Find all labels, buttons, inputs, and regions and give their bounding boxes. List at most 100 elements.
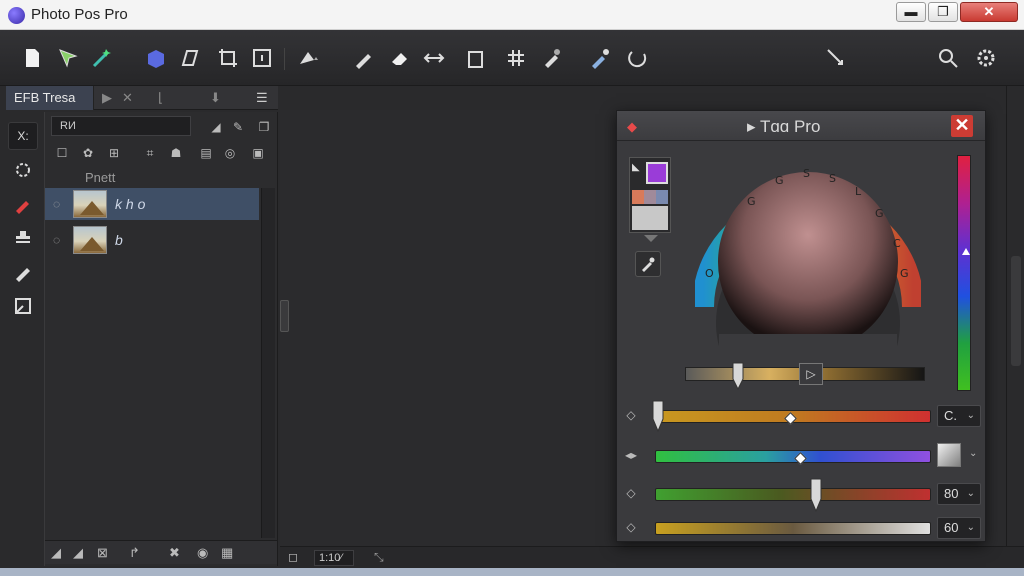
swap-icon[interactable]: ◣ [632, 162, 640, 173]
visibility-icon[interactable]: ◌ [53, 197, 60, 211]
chevron-down-icon[interactable]: ⌄ [967, 484, 975, 504]
eyedropper-button[interactable] [635, 251, 661, 277]
alpha-slider[interactable] [655, 522, 931, 535]
minimize-button[interactable]: ▬ [896, 2, 926, 22]
grid-icon[interactable] [502, 44, 530, 72]
color-wheel[interactable]: G G S S L G C G O [695, 157, 921, 353]
fill-icon[interactable] [294, 44, 322, 72]
select-icon[interactable] [54, 44, 82, 72]
link-icon[interactable]: ⊞ [105, 144, 123, 162]
arrows-icon[interactable] [420, 44, 448, 72]
blue-slider[interactable] [655, 488, 931, 501]
eraser-icon[interactable] [386, 44, 414, 72]
dialog-titlebar[interactable]: ◆ ▸ Tɑɑ Pro ✕ [617, 111, 985, 141]
settings-icon[interactable] [972, 44, 1000, 72]
menu-icon[interactable]: ☰ [256, 90, 268, 106]
layer-row[interactable]: ◌ k h o [45, 188, 259, 220]
canvas-scrollbar[interactable] [1006, 86, 1024, 548]
picker-icon[interactable] [586, 44, 614, 72]
copy-icon[interactable] [462, 44, 490, 72]
stamp-tool-icon[interactable] [8, 224, 38, 252]
arrow-icon[interactable]: ◢ [73, 545, 83, 561]
blue-value-field[interactable]: 80 ⌄ [937, 483, 981, 505]
move-icon[interactable]: ↱ [129, 545, 140, 561]
curve-icon[interactable]: ⌊ [158, 90, 163, 106]
magic-wand-icon[interactable] [88, 44, 116, 72]
search-icon[interactable] [934, 44, 962, 72]
preview-swatch[interactable] [937, 443, 961, 467]
foreground-swatch[interactable] [646, 162, 668, 184]
stamp-icon[interactable]: ⬇ [210, 90, 221, 106]
channel-toggle-icon[interactable]: ◇ [623, 486, 639, 500]
triangle-icon[interactable]: ◢ [51, 545, 61, 561]
layers-icon[interactable]: ❐ [255, 118, 273, 136]
red-slider-thumb[interactable] [647, 399, 669, 433]
group-icon[interactable]: ▤ [197, 144, 215, 162]
slider-knob[interactable] [794, 452, 807, 465]
zoom-field[interactable]: 1:10⁄ [314, 550, 354, 566]
pan-icon[interactable] [822, 44, 850, 72]
channel-toggle-icon[interactable]: ◇ [623, 408, 639, 422]
slider-knob[interactable] [784, 412, 797, 425]
layer-name-field[interactable]: RИ [51, 116, 191, 136]
layer-row[interactable]: ◌ b [45, 224, 259, 256]
panel-icon[interactable]: ▣ [249, 144, 267, 162]
frame-tool-icon[interactable] [8, 292, 38, 320]
window-bottom-edge [0, 568, 1024, 576]
recent-colors-bar[interactable] [632, 190, 668, 204]
merge-icon[interactable]: ☗ [167, 144, 185, 162]
new-layer-icon[interactable]: ⊠ [97, 545, 108, 561]
tab-layers[interactable]: EFB Tresa [6, 86, 94, 110]
adjust-icon[interactable]: ⌗ [141, 144, 159, 162]
mask-icon[interactable]: ✿ [79, 144, 97, 162]
chevron-down-icon[interactable]: ⌄ [969, 448, 977, 459]
blue-slider-thumb[interactable] [805, 477, 827, 513]
dialog-close-button[interactable]: ✕ [951, 115, 973, 137]
fit-icon[interactable]: ⤡ [374, 550, 384, 565]
channel-toggle-icon[interactable]: ◂▸ [623, 448, 639, 462]
brush-icon[interactable] [350, 44, 378, 72]
background-swatch[interactable] [632, 206, 668, 230]
channel-toggle-icon[interactable]: ◇ [623, 520, 639, 534]
close-tab-icon[interactable]: ✕ [122, 90, 133, 106]
tool-x-button[interactable]: X: [8, 122, 38, 150]
red-slider[interactable] [655, 410, 931, 425]
pencil-tool-icon[interactable] [8, 190, 38, 218]
rotate-icon[interactable] [624, 44, 652, 72]
green-slider[interactable] [655, 450, 931, 465]
shape-icon[interactable] [142, 44, 170, 72]
transform-icon[interactable] [176, 44, 204, 72]
pin-icon[interactable]: ◆ [627, 119, 637, 135]
tone-slider-thumb[interactable] [727, 361, 749, 391]
crop-icon[interactable] [214, 44, 242, 72]
effect-icon[interactable]: ◎ [221, 144, 239, 162]
brush-tool-icon[interactable] [8, 258, 38, 286]
wheel-label: G [747, 195, 756, 208]
close-button[interactable]: ✕ [960, 2, 1018, 22]
panel-scrollbar[interactable] [261, 188, 275, 538]
play-icon[interactable]: ▶ [102, 90, 112, 106]
hue-marker[interactable] [962, 248, 970, 255]
tone-play-button[interactable]: ▷ [799, 363, 823, 385]
frame-icon[interactable] [248, 44, 276, 72]
visibility-icon[interactable]: ◌ [53, 233, 60, 247]
delete-icon[interactable]: ✖ [169, 545, 180, 561]
red-value-field[interactable]: C. ⌄ [937, 405, 981, 427]
new-file-icon[interactable] [18, 44, 46, 72]
fx-icon[interactable]: ◉ [197, 545, 208, 561]
chevron-down-icon[interactable]: ⌄ [967, 518, 975, 538]
hue-vertical-slider[interactable] [957, 155, 971, 391]
swatch-dropdown-icon[interactable] [644, 235, 658, 242]
pen-icon[interactable]: ✎ [229, 118, 247, 136]
alpha-value-field[interactable]: 60 ⌄ [937, 517, 981, 539]
gear-tool-icon[interactable] [8, 156, 38, 184]
stack-icon[interactable]: ▦ [221, 545, 233, 561]
panel-splitter[interactable] [280, 300, 289, 332]
scrollbar-thumb[interactable] [1011, 256, 1021, 366]
clone-icon[interactable] [538, 44, 566, 72]
chevron-down-icon[interactable]: ⌄ [967, 406, 975, 426]
lock-icon[interactable]: ◢ [207, 118, 225, 136]
page-icon[interactable]: ◻ [288, 550, 298, 564]
maximize-button[interactable]: ❐ [928, 2, 958, 22]
checkbox-icon[interactable]: ☐ [53, 144, 71, 162]
